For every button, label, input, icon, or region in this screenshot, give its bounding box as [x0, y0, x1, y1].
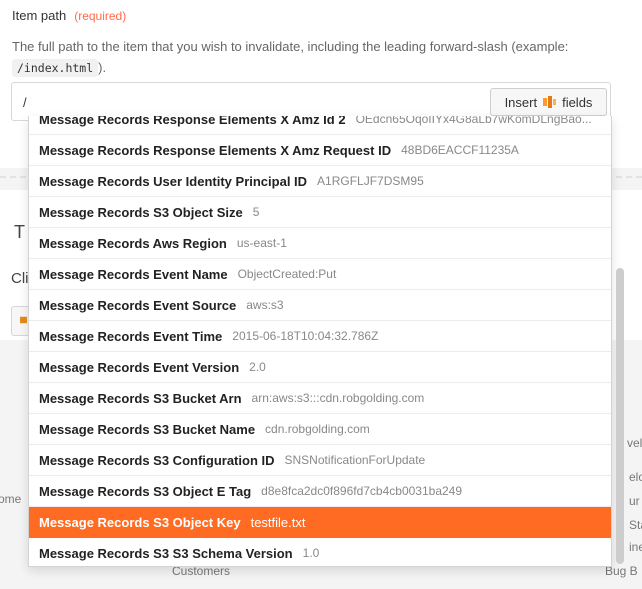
- help-text-start: The full path to the item that you wish …: [12, 39, 569, 54]
- dropdown-option[interactable]: Message Records S3 Bucket Arn arn:aws:s3:…: [29, 383, 611, 414]
- option-label: Message Records S3 Bucket Arn: [39, 390, 242, 406]
- option-label: Message Records S3 S3 Schema Version: [39, 545, 293, 561]
- dropdown-option-selected[interactable]: Message Records S3 Object Key testfile.tx…: [29, 507, 611, 538]
- dropdown-scrollbar-thumb[interactable]: [616, 268, 624, 564]
- dropdown-option[interactable]: Message Records Event Time 2015-06-18T10:…: [29, 321, 611, 352]
- option-value: arn:aws:s3:::cdn.robgolding.com: [251, 391, 425, 405]
- option-value: OEdcn65OqoIIYx4G8aLb7wKomDLngBao...: [355, 116, 592, 126]
- dropdown-option[interactable]: Message Records Response Elements X Amz …: [29, 135, 611, 166]
- required-marker: (required): [74, 9, 127, 23]
- option-value: us-east-1: [236, 236, 287, 250]
- background-right-text-2: elo: [629, 470, 642, 484]
- dropdown-option[interactable]: Message Records Response Elements X Amz …: [29, 116, 611, 135]
- background-right-text-1: vel: [627, 436, 642, 450]
- insert-label: Insert: [504, 94, 538, 110]
- option-value: testfile.txt: [250, 514, 306, 530]
- option-label: Message Records S3 Configuration ID: [39, 452, 275, 468]
- zap-icon: [543, 96, 557, 108]
- option-value: aws:s3: [246, 298, 284, 312]
- option-value: ObjectCreated:Put: [237, 267, 337, 281]
- option-label: Message Records S3 Object Key: [39, 514, 241, 530]
- option-label: Message Records User Identity Principal …: [39, 173, 308, 189]
- option-label: Message Records Event Name: [39, 266, 228, 282]
- option-value: cdn.robgolding.com: [265, 422, 370, 436]
- background-right-text-3: ur: [629, 494, 640, 508]
- option-value: A1RGFLJF7DSM95: [317, 174, 424, 188]
- option-label: Message Records Response Elements X Amz …: [39, 116, 346, 127]
- dropdown-option[interactable]: Message Records S3 Bucket Name cdn.robgol…: [29, 414, 611, 445]
- option-value: SNSNotificationForUpdate: [284, 453, 426, 467]
- option-label: Message Records S3 Bucket Name: [39, 421, 256, 437]
- dropdown-option[interactable]: Message Records S3 S3 Schema Version 1.0: [29, 538, 611, 566]
- option-value: 5: [252, 205, 260, 219]
- dropdown-option[interactable]: Message Records Event Name ObjectCreated:…: [29, 259, 611, 290]
- dropdown-option[interactable]: Message Records User Identity Principal …: [29, 166, 611, 197]
- background-heading: T: [14, 222, 25, 242]
- fields-dropdown[interactable]: Message Records Response Elements X Amz …: [28, 116, 612, 567]
- option-value: 48BD6EACCF11235A: [401, 143, 519, 157]
- option-label: Message Records S3 Object E Tag: [39, 483, 252, 499]
- help-text-end: ).: [98, 60, 107, 75]
- background-right-text-4: Sta: [629, 518, 642, 532]
- option-label: Message Records Event Source: [39, 297, 237, 313]
- fields-label: fields: [562, 94, 593, 110]
- option-value: 2.0: [249, 360, 266, 374]
- option-value: d8e8fca2dc0f896fd7cb4cb0031ba249: [261, 484, 463, 498]
- background-label: Cli: [11, 270, 29, 287]
- field-help-text: The full path to the item that you wish …: [12, 36, 627, 79]
- dropdown-option[interactable]: Message Records S3 Object E Tag d8e8fca2d…: [29, 476, 611, 507]
- help-example-code: /index.html: [12, 59, 99, 77]
- option-value: 2015-06-18T10:04:32.786Z: [232, 329, 379, 343]
- option-label: Message Records Event Version: [39, 359, 240, 375]
- item-path-value[interactable]: /: [23, 95, 27, 110]
- background-right-text-5: ine: [629, 540, 642, 554]
- option-label: Message Records S3 Object Size: [39, 204, 243, 220]
- field-label: Item path (required): [12, 8, 126, 23]
- option-value: 1.0: [302, 546, 320, 560]
- option-label: Message Records Event Time: [39, 328, 223, 344]
- dropdown-option[interactable]: Message Records S3 Object Size 5: [29, 197, 611, 228]
- option-label: Message Records Aws Region: [39, 235, 227, 251]
- zap-icon: [20, 316, 27, 324]
- insert-fields-button[interactable]: Insert fields: [490, 88, 607, 116]
- dropdown-option[interactable]: Message Records Aws Region us-east-1: [29, 228, 611, 259]
- option-label: Message Records Response Elements X Amz …: [39, 142, 392, 158]
- zap-editor: Item path (required) The full path to the…: [0, 0, 642, 589]
- dropdown-option[interactable]: Message Records S3 Configuration ID SNSNo…: [29, 445, 611, 476]
- field-label-text: Item path: [12, 8, 67, 23]
- background-left-text: ome: [0, 492, 22, 506]
- dropdown-option[interactable]: Message Records Event Source aws:s3: [29, 290, 611, 321]
- dropdown-option[interactable]: Message Records Event Version 2.0: [29, 352, 611, 383]
